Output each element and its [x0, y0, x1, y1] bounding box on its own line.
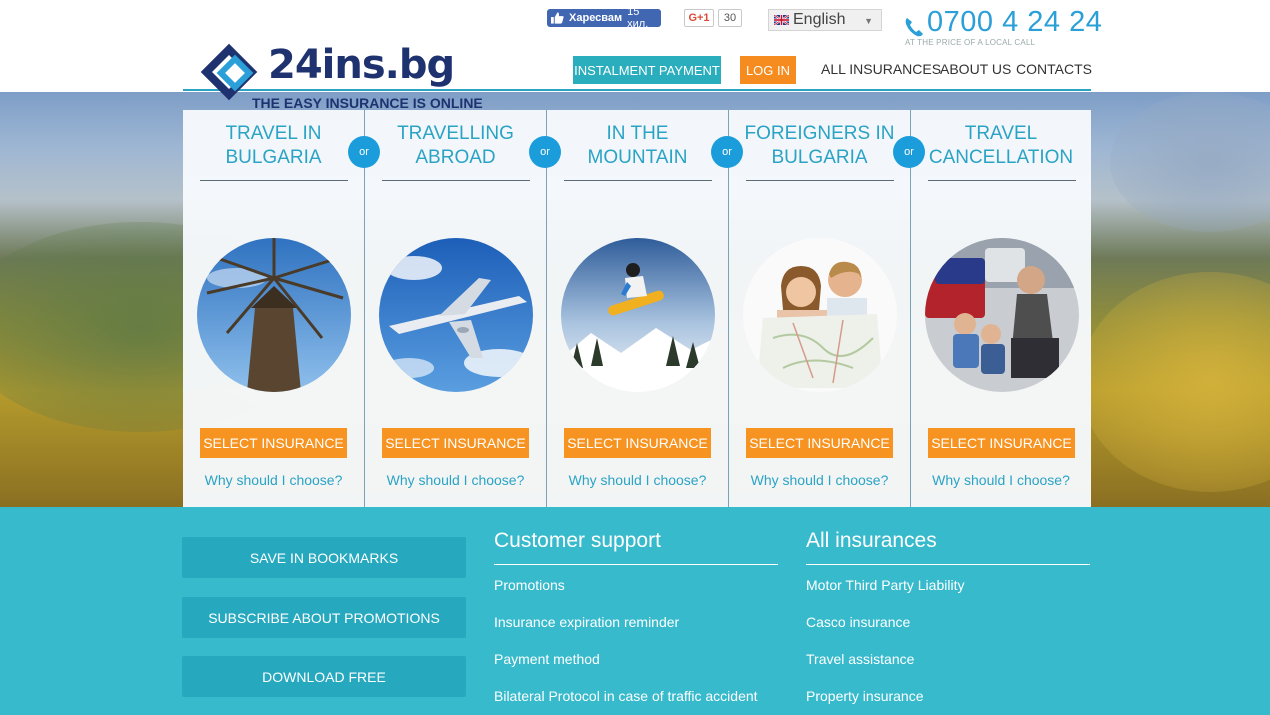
why-choose-link[interactable]: Why should I choose?	[911, 472, 1091, 488]
panel-title[interactable]: FOREIGNERS IN BULGARIA	[729, 122, 910, 170]
facebook-like-label: Харесвам	[569, 12, 623, 24]
panel-divider	[564, 180, 712, 181]
logo-tagline: THE EASY INSURANCE IS ONLINE	[252, 95, 483, 111]
panel-title-line: TRAVEL	[964, 123, 1038, 144]
insurance-link-casco[interactable]: Casco insurance	[806, 614, 910, 630]
phone-note: AT THE PRICE OF A LOCAL CALL	[905, 38, 1036, 47]
footer-section: SAVE IN BOOKMARKS SUBSCRIBE ABOUT PROMOT…	[0, 507, 1270, 715]
panel-divider	[928, 180, 1076, 181]
panel-title[interactable]: TRAVEL IN BULGARIA	[183, 122, 364, 170]
panel-title-line: BULGARIA	[771, 147, 868, 168]
google-plus-count: 30	[718, 9, 742, 27]
facebook-like-count: 15 хил.	[627, 6, 649, 30]
nav-contacts[interactable]: CONTACTS	[1016, 61, 1092, 77]
windmill-illustration	[197, 238, 351, 392]
language-value: English	[793, 11, 846, 28]
site-logo[interactable]: 24ins.bg THE EASY INSURANCE IS ONLINE	[196, 40, 483, 112]
thumbs-up-icon	[551, 12, 564, 24]
support-link-bilateral-protocol[interactable]: Bilateral Protocol in case of traffic ac…	[494, 688, 758, 704]
why-choose-link[interactable]: Why should I choose?	[547, 472, 728, 488]
panel-in-the-mountain: IN THE MOUNTAIN SELECT INSURANCE Why sho…	[547, 110, 729, 507]
support-link-promotions[interactable]: Promotions	[494, 577, 565, 593]
language-select[interactable]: English ▼	[768, 9, 882, 31]
hero-background-glow	[1080, 272, 1270, 492]
support-link-payment-method[interactable]: Payment method	[494, 651, 600, 667]
hero-background-glow	[1110, 92, 1270, 232]
panel-divider	[200, 180, 348, 181]
tourists-illustration	[743, 238, 897, 392]
panel-title[interactable]: IN THE MOUNTAIN	[547, 122, 728, 170]
windmill-image[interactable]	[197, 238, 351, 392]
panel-divider	[746, 180, 894, 181]
insurance-link-property[interactable]: Property insurance	[806, 688, 924, 704]
customer-support-divider	[494, 564, 778, 565]
family-luggage-illustration	[925, 238, 1079, 392]
panel-title[interactable]: TRAVELLING ABROAD	[365, 122, 546, 170]
phone-icon	[905, 18, 923, 37]
panel-title[interactable]: TRAVEL CANCELLATION	[911, 122, 1091, 170]
snowboarder-image[interactable]	[561, 238, 715, 392]
all-insurances-divider	[806, 564, 1090, 565]
panel-foreigners-in-bulgaria: FOREIGNERS IN BULGARIA SELECT INSURANCE …	[729, 110, 911, 507]
chevron-down-icon: ▼	[864, 16, 873, 26]
instalment-payment-button[interactable]: INSTALMENT PAYMENT	[573, 56, 721, 84]
airplane-illustration	[379, 238, 533, 392]
nav-all-insurances[interactable]: ALL INSURANCES	[821, 61, 941, 77]
or-badge: or	[529, 136, 561, 168]
site-header: 24ins.bg THE EASY INSURANCE IS ONLINE Ха…	[0, 0, 1270, 111]
why-choose-link[interactable]: Why should I choose?	[365, 472, 546, 488]
tourists-with-map-image[interactable]	[743, 238, 897, 392]
panel-travelling-abroad: TRAVELLING ABROAD SELECT INSURANCE Why s…	[365, 110, 547, 507]
snowboarder-illustration	[561, 238, 715, 392]
customer-support-heading: Customer support	[494, 529, 661, 552]
login-button[interactable]: LOG IN	[740, 56, 796, 84]
why-choose-link[interactable]: Why should I choose?	[729, 472, 910, 488]
insurance-panels: TRAVEL IN BULGARIA SELECT INSURANCE Why …	[183, 110, 1091, 507]
save-bookmarks-button[interactable]: SAVE IN BOOKMARKS	[182, 537, 466, 578]
panel-title-line: TRAVELLING	[397, 123, 514, 144]
panel-title-line: CANCELLATION	[928, 147, 1074, 168]
nav-about-us[interactable]: ABOUT US	[940, 61, 1011, 77]
select-insurance-button[interactable]: SELECT INSURANCE	[746, 428, 893, 458]
select-insurance-button[interactable]: SELECT INSURANCE	[564, 428, 711, 458]
panel-title-line: MOUNTAIN	[587, 147, 688, 168]
panel-title-line: ABROAD	[415, 147, 496, 168]
family-with-luggage-image[interactable]	[925, 238, 1079, 392]
all-insurances-heading: All insurances	[806, 529, 937, 552]
support-link-expiration-reminder[interactable]: Insurance expiration reminder	[494, 614, 679, 630]
select-insurance-button[interactable]: SELECT INSURANCE	[382, 428, 529, 458]
facebook-like-button[interactable]: Харесвам 15 хил.	[547, 6, 661, 30]
insurance-link-travel-assistance[interactable]: Travel assistance	[806, 651, 914, 667]
or-badge: or	[711, 136, 743, 168]
panel-title-line: FOREIGNERS IN	[744, 123, 895, 144]
panel-divider	[382, 180, 530, 181]
download-free-button[interactable]: DOWNLOAD FREE	[182, 656, 466, 697]
logo-text: 24ins.bg	[268, 42, 455, 88]
or-badge: or	[893, 136, 925, 168]
airplane-image[interactable]	[379, 238, 533, 392]
panel-title-line: BULGARIA	[225, 147, 322, 168]
subscribe-promotions-button[interactable]: SUBSCRIBE ABOUT PROMOTIONS	[182, 597, 466, 638]
panel-title-line: IN THE	[606, 123, 669, 144]
or-badge: or	[348, 136, 380, 168]
panel-travel-cancellation: TRAVEL CANCELLATION SELECT INSURANCE Why…	[911, 110, 1091, 507]
select-insurance-button[interactable]: SELECT INSURANCE	[928, 428, 1075, 458]
uk-flag-icon	[774, 15, 789, 25]
panel-travel-in-bulgaria: TRAVEL IN BULGARIA SELECT INSURANCE Why …	[183, 110, 365, 507]
google-plus-button[interactable]: G+1	[684, 9, 714, 27]
hero-section: TRAVEL IN BULGARIA SELECT INSURANCE Why …	[0, 92, 1270, 507]
panel-title-line: TRAVEL IN	[225, 123, 322, 144]
insurance-link-mtpl[interactable]: Motor Third Party Liability	[806, 577, 964, 593]
select-insurance-button[interactable]: SELECT INSURANCE	[200, 428, 347, 458]
why-choose-link[interactable]: Why should I choose?	[183, 472, 364, 488]
phone-number: 0700 4 24 24	[927, 6, 1103, 38]
